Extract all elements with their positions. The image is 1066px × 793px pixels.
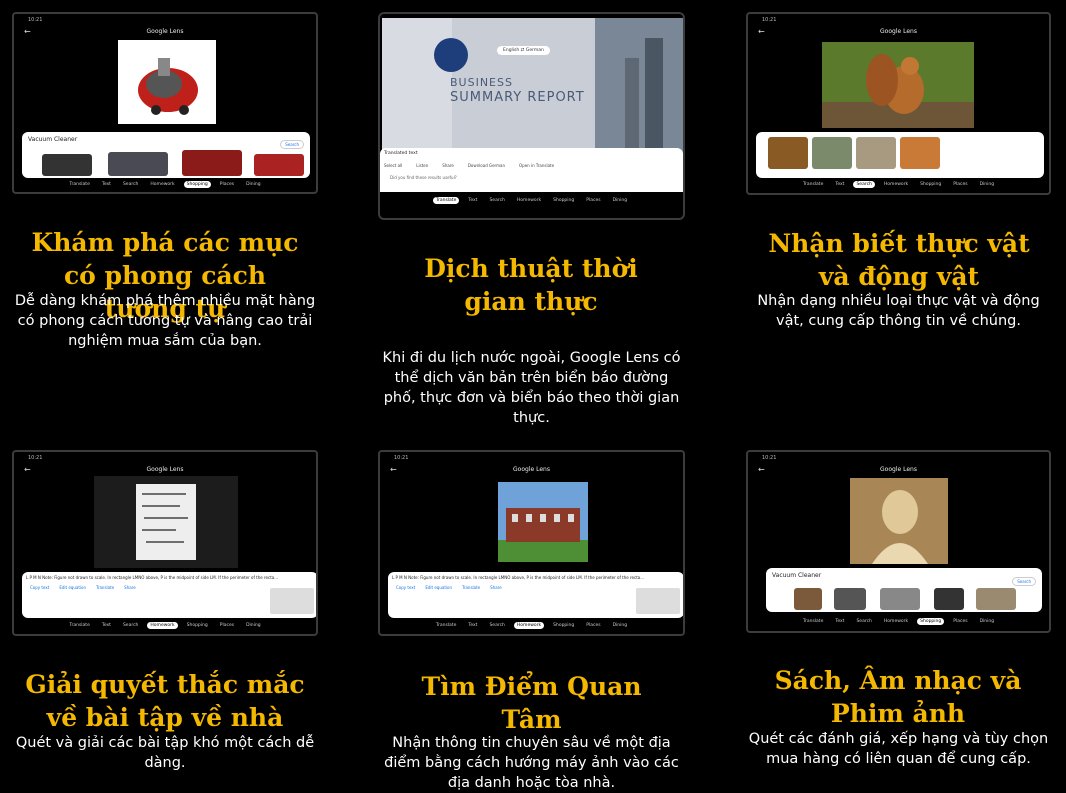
- result-thumb[interactable]: [794, 588, 822, 610]
- lens-tabs: Translate Text Search Homework Shopping Place…: [69, 622, 261, 629]
- result-thumb[interactable]: [254, 154, 304, 176]
- feature-title: Dịch thuật thời gian thực: [424, 254, 638, 316]
- result-thumb[interactable]: [768, 137, 808, 169]
- building-icon: [498, 508, 588, 562]
- lens-tabs: Translate Text Search Homework Shopping Place…: [69, 181, 261, 188]
- open-translate-button[interactable]: Open in Translate: [519, 163, 554, 168]
- result-thumb[interactable]: [182, 150, 242, 176]
- feature-description: Quét và giải các bài tập khó một cách dễ…: [15, 735, 315, 771]
- listen-button[interactable]: Listen: [416, 163, 428, 168]
- document-image: English ⇄ German BUSINESS SUMMARY REPORT: [382, 18, 683, 154]
- screenshot-translate: English ⇄ German BUSINESS SUMMARY REPORT…: [378, 12, 685, 220]
- result-thumb[interactable]: [880, 588, 920, 610]
- screenshot-homework: 10:21 ← Google Lens L P M N Note: Figure…: [12, 450, 318, 636]
- screenshot-shopping: 10:21 ← Google Lens Vacuum Cleaner Searc…: [12, 12, 318, 194]
- feature-description: Quét các đánh giá, xếp hạng và tùy chọn …: [748, 731, 1049, 767]
- squirrel-icon: [822, 54, 974, 128]
- feature-description: Nhận thông tin chuyên sâu về một địa điể…: [384, 735, 679, 791]
- result-thumb[interactable]: [834, 588, 866, 610]
- feature-title: Nhận biết thực vật và động vật: [768, 229, 1030, 291]
- language-selector[interactable]: English ⇄ German: [497, 46, 550, 55]
- feature-title: Giải quyết thắc mắc về bài tập về nhà: [25, 670, 305, 732]
- result-thumb[interactable]: [812, 137, 852, 169]
- result-thumb[interactable]: [900, 137, 940, 169]
- squirrel-image: [822, 42, 974, 128]
- equation-sketch-icon: [142, 493, 188, 543]
- share-button[interactable]: Share: [442, 163, 454, 168]
- feature-description: Nhận dạng nhiều loại thực vật và động vậ…: [757, 293, 1040, 329]
- feature-description: Dễ dàng khám phá thêm nhiều mặt hàng có …: [14, 293, 316, 349]
- results-panel: Vacuum Cleaner Search: [766, 568, 1042, 612]
- results-panel: Vacuum Cleaner Search: [22, 132, 310, 178]
- result-thumb[interactable]: [976, 588, 1016, 610]
- result-thumb[interactable]: [856, 137, 896, 169]
- results-panel: L P M N Note: Figure not drawn to scale.…: [22, 572, 316, 618]
- results-panel: L P M N Note: Figure not drawn to scale.…: [388, 572, 683, 618]
- result-thumb[interactable]: [108, 152, 168, 176]
- lens-tabs: Translate Text Search Homework Shopping Place…: [802, 181, 995, 188]
- translated-panel: Translated text Select all Listen Share Dow…: [380, 148, 683, 192]
- vacuum-image: [118, 40, 216, 124]
- screenshot-nature: 10:21 ← Google Lens Translate Text Search H…: [746, 12, 1051, 195]
- screenshot-media: 10:21 ← Google Lens Vacuum Cleaner Searc…: [746, 450, 1051, 633]
- screenshot-places: 10:21 ← Google Lens L P M N Note: Figure…: [378, 450, 685, 636]
- lens-tabs: Translate Text Search Homework Shopping Place…: [435, 622, 628, 629]
- vacuum-icon: [138, 58, 198, 115]
- search-button[interactable]: Search: [280, 140, 304, 149]
- portrait-icon: [872, 490, 928, 564]
- feature-description: Khi đi du lịch nước ngoài, Google Lens c…: [382, 350, 681, 426]
- math-image: [94, 476, 238, 568]
- feature-title: Sách, Âm nhạc và Phim ảnh: [774, 666, 1022, 728]
- result-thumb[interactable]: [934, 588, 964, 610]
- lens-tabs: Translate Text Search Homework Shopping Place…: [380, 197, 683, 204]
- building-image: [498, 482, 588, 562]
- search-button[interactable]: Search: [1012, 577, 1036, 586]
- results-panel: [756, 132, 1044, 178]
- result-thumb[interactable]: [42, 154, 92, 176]
- select-all-button[interactable]: Select all: [384, 163, 402, 168]
- download-button[interactable]: Download German: [468, 163, 505, 168]
- lens-tabs: Translate Text Search Homework Shopping Place…: [802, 618, 995, 625]
- feature-title: Tìm Điểm Quan Tâm: [421, 672, 642, 734]
- portrait-image: [850, 478, 948, 564]
